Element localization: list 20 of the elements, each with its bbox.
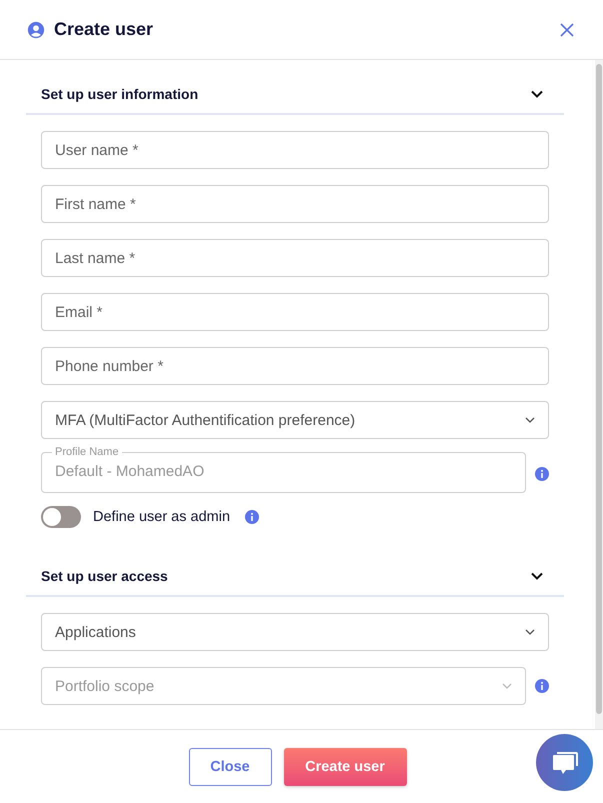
select-field[interactable]: Applications [41,613,549,651]
close-icon[interactable] [560,22,574,36]
select-field[interactable]: MFA (MultiFactor Authentification preference) [41,401,549,439]
toggle-switch[interactable] [41,506,81,528]
caret-icon [502,683,512,689]
info-icon[interactable] [245,510,260,524]
toggle-label: Define user as admin [93,509,230,525]
scrollbar[interactable] [595,60,603,729]
text-field[interactable]: Email * [41,293,549,331]
text-field[interactable]: First name * [41,185,549,223]
text-field[interactable]: User name * [41,131,549,169]
close-button[interactable]: Close [188,748,272,786]
section-header[interactable]: Set up user access [26,556,564,597]
caret-icon [525,417,535,423]
caret-icon [525,629,535,635]
section-header[interactable]: Set up user information [26,74,564,115]
dialog-title: Create user [54,19,154,40]
text-field[interactable]: Phone number * [41,347,549,385]
user-icon [27,20,45,38]
text-field[interactable]: Last name * [41,239,549,277]
